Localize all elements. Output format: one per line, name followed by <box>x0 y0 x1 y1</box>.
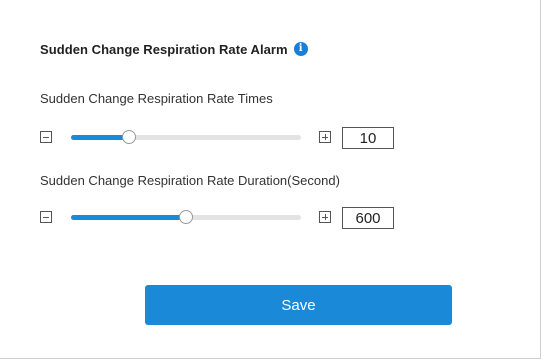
duration-slider-track[interactable] <box>71 210 301 224</box>
duration-slider-row: 600 <box>40 207 400 229</box>
plus-square-icon[interactable] <box>319 211 331 223</box>
times-label: Sudden Change Respiration Rate Times <box>40 91 273 106</box>
plus-square-icon[interactable] <box>319 131 331 143</box>
alarm-settings-panel: Sudden Change Respiration Rate Alarm i S… <box>0 0 541 359</box>
section-title: Sudden Change Respiration Rate Alarm <box>40 41 288 57</box>
duration-slider-thumb[interactable] <box>179 210 193 224</box>
times-slider-row: 10 <box>40 127 400 149</box>
duration-value-input[interactable]: 600 <box>342 207 394 229</box>
minus-square-icon[interactable] <box>40 131 52 143</box>
times-slider-track[interactable] <box>71 130 301 144</box>
times-value-input[interactable]: 10 <box>342 127 394 149</box>
times-slider-fill <box>71 135 129 140</box>
section-header: Sudden Change Respiration Rate Alarm i <box>40 40 308 58</box>
times-slider-thumb[interactable] <box>121 130 136 144</box>
info-icon[interactable]: i <box>293 42 308 56</box>
save-button[interactable]: Save <box>145 285 452 325</box>
duration-label: Sudden Change Respiration Rate Duration(… <box>40 173 340 188</box>
duration-slider-fill <box>71 215 186 220</box>
minus-square-icon[interactable] <box>40 211 52 223</box>
